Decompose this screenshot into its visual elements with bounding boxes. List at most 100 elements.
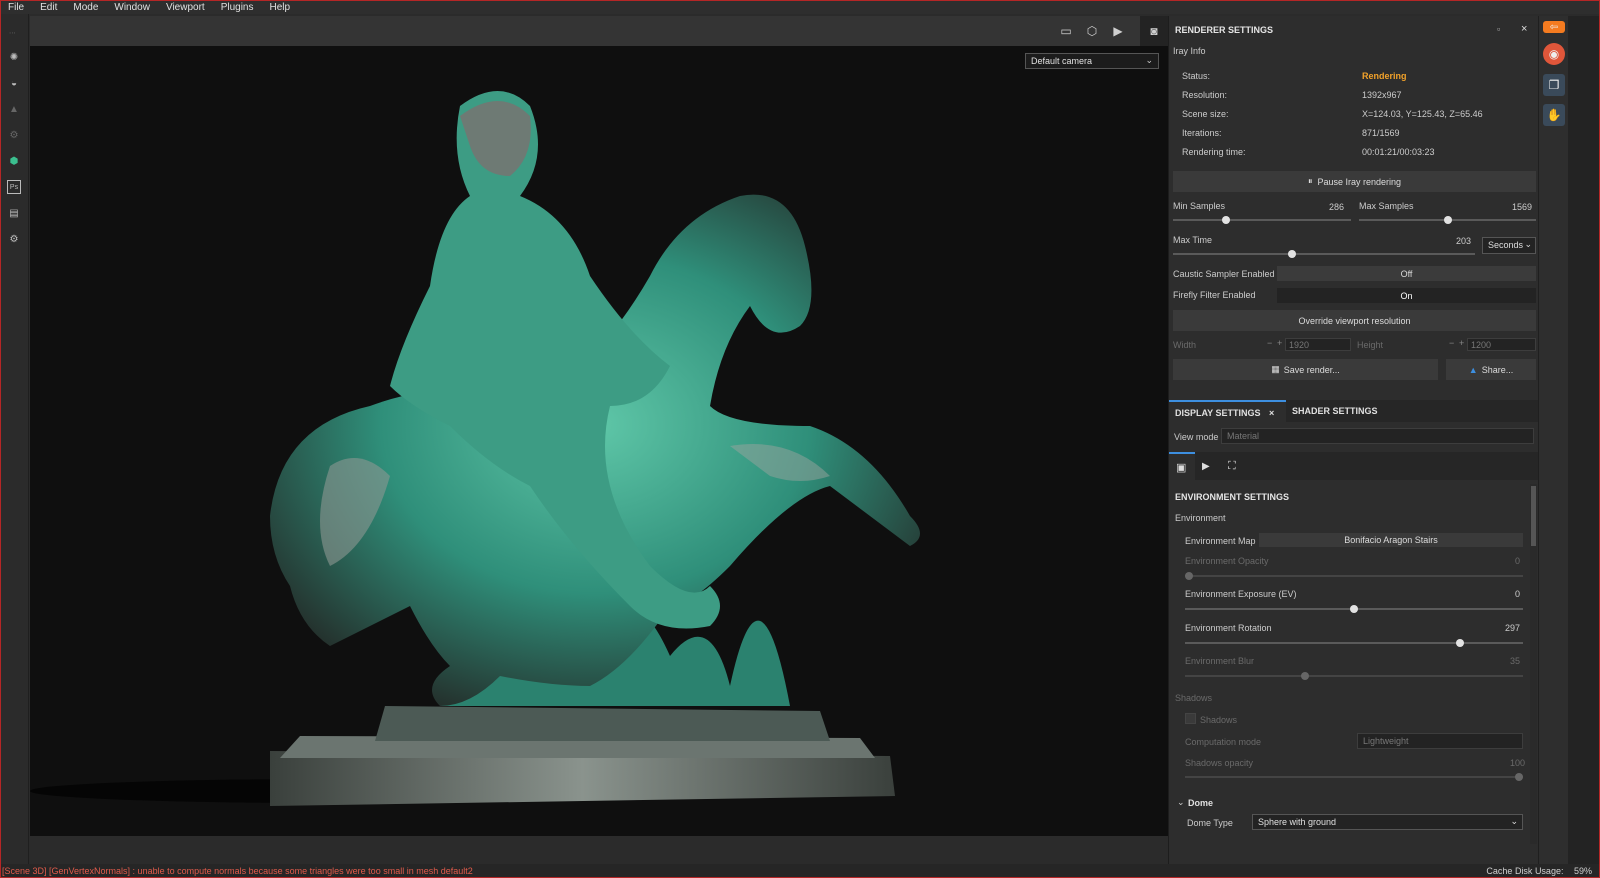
scene-size-label: Scene size: [1182,109,1229,119]
light-icon[interactable]: ◒ [7,76,21,90]
substance-icon[interactable]: ⬢ [7,154,21,168]
environment-group-label: Environment [1175,513,1226,523]
gear-disabled-icon[interactable]: ⚙ [7,128,21,142]
max-time-slider[interactable] [1173,250,1475,258]
menu-plugins[interactable]: Plugins [213,2,262,13]
caustic-toggle[interactable]: Off [1277,266,1536,281]
dome-type-select[interactable]: Sphere with ground ⌄ [1252,814,1523,830]
cube-icon[interactable]: ⬡ [1084,23,1100,39]
min-samples-label: Min Samples [1173,201,1226,211]
menu-file[interactable]: File [0,2,32,13]
right-icon-bar: ⇦ ◉ ❐ ✋ [1538,16,1568,864]
bell-icon[interactable]: ▲ [7,102,21,116]
pause-iray-label: Pause Iray rendering [1317,176,1402,187]
close-icon[interactable]: × [1521,23,1527,35]
env-blur-slider[interactable] [1185,672,1523,680]
view-mode-field[interactable]: Material [1221,428,1534,444]
env-rotation-knob[interactable] [1455,639,1464,647]
computation-mode-field[interactable]: Lightweight [1357,733,1523,749]
scrollbar-thumb[interactable] [1531,486,1536,546]
width-input[interactable]: 1920 [1285,338,1351,351]
menu-viewport[interactable]: Viewport [158,2,213,13]
plus-icon[interactable]: + [1459,338,1464,348]
layers-icon[interactable]: ❐ [1543,74,1565,96]
height-input[interactable]: 1200 [1467,338,1536,351]
max-time-knob[interactable] [1287,250,1296,258]
min-samples-knob[interactable] [1222,216,1231,224]
photoshop-icon[interactable]: Ps [7,180,21,194]
share-button[interactable]: ▲ Share... [1446,359,1536,380]
viewport-3d[interactable]: Default camera ⌄ [30,46,1168,836]
max-samples-slider[interactable] [1359,216,1536,224]
minus-icon[interactable]: − [1449,338,1454,348]
save-render-button[interactable]: ▦ Save render... [1173,359,1438,380]
menu-mode[interactable]: Mode [65,2,106,13]
min-samples-value: 286 [1329,202,1345,212]
document-icon[interactable]: ▤ [7,206,21,220]
time-unit-value: Seconds [1488,240,1524,250]
settings-tabs: DISPLAY SETTINGS × SHADER SETTINGS [1169,400,1539,422]
subtab-environment[interactable]: ▣ [1169,452,1195,480]
shadows-checkbox[interactable] [1185,713,1196,724]
chevron-down-icon[interactable]: ⌄ [1177,797,1185,808]
env-opacity-slider[interactable] [1185,572,1523,580]
shadows-opacity-label: Shadows opacity [1185,758,1254,768]
far-right-strip [1568,16,1600,864]
collapse-arrow-icon[interactable]: ⇦ [1543,21,1565,33]
chevron-down-icon: ⌄ [1524,239,1532,249]
menu-window[interactable]: Window [106,2,158,13]
env-opacity-knob[interactable] [1185,572,1193,580]
menu-help[interactable]: Help [262,2,299,13]
iray-info-label: Iray Info [1173,46,1206,56]
env-map-button[interactable]: Bonifacio Aragon Stairs [1259,533,1523,547]
pause-iray-button[interactable]: ⏸ Pause Iray rendering [1173,171,1536,192]
max-samples-label: Max Samples [1359,201,1414,211]
shadows-opacity-knob[interactable] [1515,773,1523,781]
right-panel: RENDERER SETTINGS ▫ × Iray Info Status: … [1168,16,1539,864]
cache-value: 59% [1573,866,1592,876]
dome-section-label[interactable]: Dome [1188,798,1213,808]
error-message: [Scene 3D] [GenVertexNormals] : unable t… [2,866,473,876]
microphone-icon[interactable]: ◉ [1543,43,1565,65]
env-exposure-slider[interactable] [1185,605,1523,613]
rendering-time-value: 00:01:21/00:03:23 [1362,147,1435,157]
scene-size-value: X=124.03, Y=125.43, Z=65.46 [1362,109,1483,119]
env-exposure-knob[interactable] [1350,605,1358,613]
status-label: Status: [1182,71,1211,81]
max-time-value: 203 [1456,236,1472,246]
env-rotation-slider[interactable] [1185,639,1523,647]
max-time-label: Max Time [1173,235,1213,245]
renderer-settings-title: RENDERER SETTINGS [1175,25,1274,35]
chevron-down-icon: ⌄ [1145,55,1153,65]
min-samples-slider[interactable] [1173,216,1351,224]
screenshot-button[interactable]: ◙ [1140,16,1168,46]
shadows-opacity-slider[interactable] [1185,773,1523,781]
env-opacity-label: Environment Opacity [1185,556,1269,566]
menu-edit[interactable]: Edit [32,2,65,13]
frame-icon[interactable]: ▭ [1058,23,1074,39]
firefly-toggle[interactable]: On [1277,288,1536,303]
plus-icon[interactable]: + [1277,338,1282,348]
environment-settings-title: ENVIRONMENT SETTINGS [1175,492,1290,502]
gear-icon[interactable]: ⚙ [7,232,21,246]
env-blur-value: 35 [1510,656,1521,666]
cache-usage: Cache Disk Usage: 59% [1486,866,1592,876]
env-rotation-value: 297 [1505,623,1521,633]
env-blur-knob[interactable] [1300,672,1309,680]
fullscreen-icon[interactable]: ⛶ [1228,460,1236,473]
camera-select-value: Default camera [1031,56,1093,66]
max-samples-knob[interactable] [1443,216,1452,224]
tab-shader-settings[interactable]: SHADER SETTINGS [1286,400,1396,422]
time-unit-select[interactable]: Seconds ⌄ [1482,237,1536,254]
settings-icon[interactable]: ✺ [7,50,21,64]
camera-select[interactable]: Default camera ⌄ [1025,53,1159,69]
camera-video-icon[interactable]: ▶ [1202,461,1210,472]
minus-icon[interactable]: − [1267,338,1272,348]
undock-icon[interactable]: ▫ [1497,24,1500,34]
override-resolution-button[interactable]: Override viewport resolution [1173,310,1536,331]
panel-scrollbar[interactable] [1530,484,1537,844]
hand-icon[interactable]: ✋ [1543,104,1565,126]
close-icon[interactable]: × [1269,408,1274,418]
camera-video-icon[interactable]: ▶ [1110,23,1126,39]
tab-display-settings[interactable]: DISPLAY SETTINGS × [1169,400,1286,422]
